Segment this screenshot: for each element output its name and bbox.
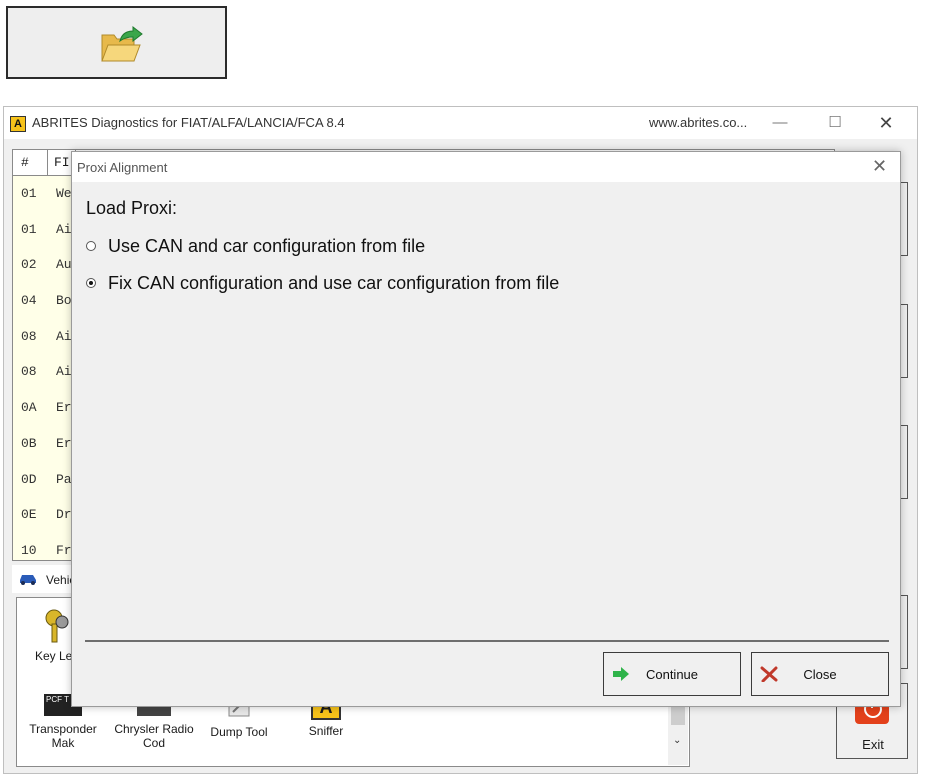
open-file-button[interactable] [6, 6, 227, 79]
table-cell-name: We [56, 186, 72, 201]
maximize-button[interactable]: ☐ [819, 111, 851, 135]
scroll-down-icon[interactable]: ⌄ [673, 735, 681, 746]
car-icon [20, 575, 36, 585]
table-cell-id: 04 [21, 293, 37, 309]
table-cell-id: 02 [21, 257, 37, 273]
radio-use-can-config-label: Use CAN and car configuration from file [108, 236, 426, 256]
tools-scrollbar-thumb[interactable] [671, 705, 685, 725]
table-cell-id: 01 [21, 186, 37, 201]
table-row[interactable]: 01 We [13, 176, 75, 212]
table-row[interactable]: 0A Er [13, 390, 75, 426]
tab-vehicle[interactable]: Vehic [12, 565, 77, 593]
table-row[interactable]: 0B Er [13, 426, 75, 462]
table-cell-name: Ai [56, 364, 72, 380]
table-cell-id: 0A [21, 400, 37, 416]
table-cell-name: Dr [56, 507, 72, 523]
dialog-title: Proxi Alignment [77, 160, 168, 175]
table-row[interactable]: 04 Bo [13, 283, 75, 319]
close-label: Close [803, 667, 837, 682]
dialog-divider [85, 640, 889, 642]
tool-sniffer-label: Sniffer [308, 724, 344, 738]
table-cell-id: 08 [21, 364, 37, 380]
minimize-button[interactable]: — [764, 111, 796, 135]
load-proxi-label: Load Proxi: [86, 198, 178, 218]
table-cell-id: 0E [21, 507, 37, 523]
table-cell-id: 08 [21, 328, 37, 344]
continue-label: Continue [645, 667, 699, 682]
table-row[interactable]: 08 Ai [13, 319, 75, 355]
app-url: www.abrites.co... [649, 115, 748, 130]
radio-button-checked[interactable] [86, 278, 96, 288]
table-cell-name: Ai [56, 328, 72, 344]
tool-chrysler-radio-label: Chrysler Radio [114, 722, 194, 736]
keys-icon [45, 609, 69, 643]
proxi-alignment-dialog: Proxi Alignment ✕ Load Proxi: Use CAN an… [71, 151, 901, 707]
table-header: # FI [13, 150, 75, 176]
table-row[interactable]: 0E Dr [13, 497, 75, 533]
table-row[interactable]: 10 Fr [13, 533, 75, 560]
dialog-close-icon[interactable]: ✕ [872, 156, 887, 177]
table-row[interactable]: 01 Ai [13, 212, 75, 248]
table-row[interactable]: 02 Au [13, 247, 75, 283]
tool-dump-tool-label: Dump Tool [210, 725, 268, 739]
window-close-button[interactable]: ✕ [870, 111, 902, 135]
tool-transponder-sublabel: Mak [51, 736, 75, 750]
close-button[interactable]: Close [751, 652, 889, 696]
module-table: # FI 01 We 01 Ai 02 Au 04 Bo 08 Ai 08 Ai 0A Er 0B Er 0D P… [12, 149, 76, 561]
table-cell-name: Er [56, 435, 72, 451]
continue-button[interactable]: Continue [603, 652, 741, 696]
dialog-titlebar: Proxi Alignment ✕ [72, 152, 900, 182]
table-cell-name: Fr [56, 542, 72, 558]
table-row[interactable]: 0D Pa [13, 462, 75, 498]
tool-transponder-label: Transponder [29, 722, 97, 736]
radio-button-unchecked[interactable] [86, 241, 96, 251]
column-header-name: FI [47, 150, 70, 175]
table-cell-id: 0B [21, 435, 37, 451]
table-cell-id: 10 [21, 542, 37, 558]
table-cell-id: 0D [21, 471, 37, 487]
table-row[interactable]: 08 Ai [13, 354, 75, 390]
table-cell-id: 01 [21, 221, 37, 237]
app-title: ABRITES Diagnostics for FIAT/ALFA/LANCIA… [32, 115, 345, 130]
exit-label: Exit [862, 737, 884, 752]
radio-fix-can-config-label: Fix CAN configuration and use car config… [108, 273, 560, 293]
tool-chrysler-radio-sublabel: Cod [142, 736, 165, 750]
column-header-number: # [21, 155, 29, 170]
app-logo-icon: A [10, 116, 26, 132]
table-cell-name: Au [56, 257, 72, 273]
table-cell-name: Er [56, 400, 72, 416]
app-titlebar: A ABRITES Diagnostics for FIAT/ALFA/LANC… [4, 107, 917, 139]
folder-open-icon [101, 25, 143, 62]
table-cell-name: Pa [56, 471, 72, 487]
table-cell-name: Bo [56, 293, 72, 309]
table-cell-name: Ai [56, 221, 72, 237]
